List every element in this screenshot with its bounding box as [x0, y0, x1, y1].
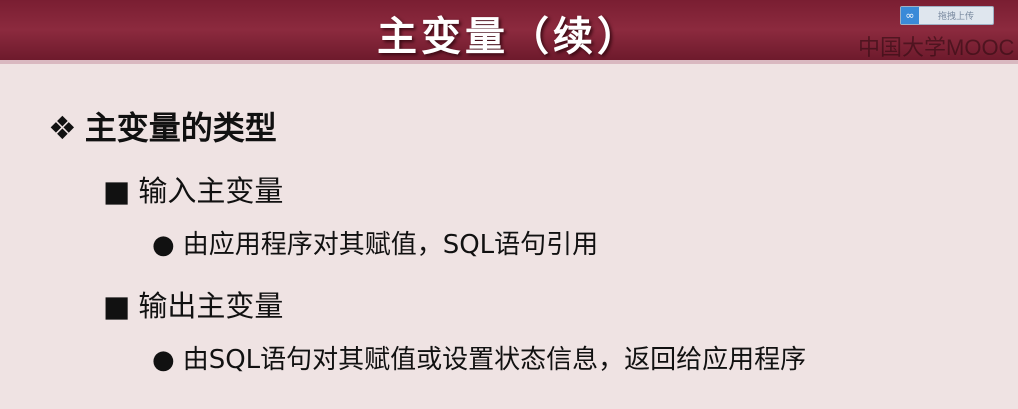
item-text: 由应用程序对其赋值，SQL语句引用: [182, 230, 599, 260]
mooc-watermark: 中国大学MOOC: [858, 35, 1015, 60]
cloud-link-icon: ∞: [901, 7, 919, 24]
item-text: 由SQL语句对其赋值或设置状态信息，返回给应用程序: [182, 345, 807, 375]
bullet-item: ■ 输入主变量: [103, 168, 283, 210]
item-text: 主变量的类型: [84, 109, 277, 147]
dot-bullet-icon: ●: [152, 345, 175, 375]
drag-upload-button[interactable]: ∞ 拖拽上传: [900, 6, 994, 25]
bullet-item: ● 由SQL语句对其赋值或设置状态信息，返回给应用程序: [152, 339, 806, 376]
diamond-bullet-icon: ❖: [48, 109, 77, 147]
bullet-item: ❖ 主变量的类型: [48, 103, 277, 149]
item-text: 输入主变量: [138, 174, 284, 208]
item-text: 输出主变量: [138, 289, 284, 323]
square-bullet-icon: ■: [103, 289, 131, 323]
bullet-item: ● 由应用程序对其赋值，SQL语句引用: [152, 224, 598, 261]
square-bullet-icon: ■: [103, 174, 131, 208]
bullet-item: ■ 输出主变量: [103, 283, 283, 325]
upload-label: 拖拽上传: [937, 12, 974, 22]
dot-bullet-icon: ●: [152, 230, 175, 260]
